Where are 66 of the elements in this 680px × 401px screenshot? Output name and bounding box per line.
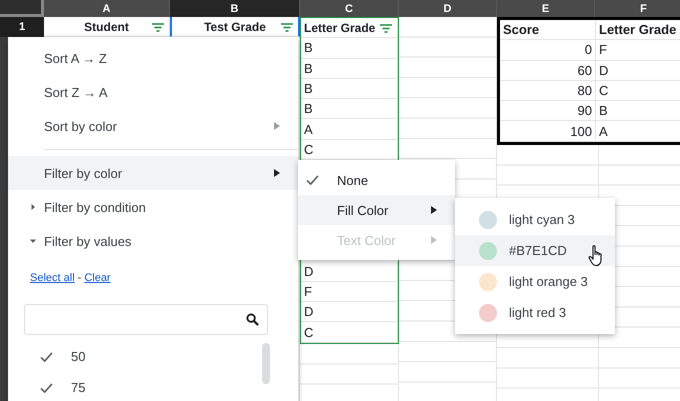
checkmark-icon [40, 352, 53, 362]
table-cell: 90 [578, 103, 592, 118]
table-cell: B [304, 101, 313, 116]
search-field[interactable] [24, 304, 268, 335]
column-title: Student [84, 20, 129, 34]
table-cell: D [304, 304, 314, 320]
menu-item[interactable]: Filter by condition [8, 190, 298, 224]
table-cell: 60 [578, 62, 592, 78]
corner-cell[interactable] [0, 0, 44, 17]
caret-icon [29, 237, 37, 245]
table-cell: A [304, 122, 313, 137]
table-cell: D [304, 264, 314, 279]
table-cell: F [304, 284, 312, 300]
search-icon [246, 313, 259, 326]
filter-icon[interactable] [281, 23, 293, 32]
table-cell: 100 [570, 124, 592, 139]
table-cell: F [599, 42, 607, 58]
table-cell: 80 [578, 83, 592, 98]
caret-icon [29, 203, 37, 211]
menu-item[interactable]: Filter by color [8, 156, 298, 190]
menu-item[interactable]: light red 3 [455, 297, 615, 328]
filter-icon[interactable] [380, 24, 392, 33]
table-cell: B [599, 103, 608, 118]
menu-item[interactable]: Sort A → Z [8, 41, 298, 75]
column-header[interactable]: C [300, 0, 399, 17]
link-separator: - [78, 272, 82, 284]
filter-icon[interactable] [152, 23, 164, 32]
submenu-arrow-icon [431, 206, 437, 214]
table-cell: B [304, 81, 313, 96]
menu-item[interactable]: None [298, 165, 455, 195]
table-cell: A [599, 124, 608, 139]
submenu-arrow-icon [431, 236, 437, 244]
table-cell: B [304, 60, 313, 76]
column-header[interactable]: F [595, 0, 680, 17]
row-number[interactable]: 1 [0, 17, 44, 37]
table-header: Letter Grade [599, 22, 676, 38]
value-option[interactable]: 75 [8, 372, 298, 401]
checkmark-icon [306, 175, 319, 185]
column-header[interactable]: B [170, 0, 300, 17]
table-cell: B [304, 40, 313, 56]
column-header[interactable]: A [44, 0, 170, 17]
table-cell: 0 [584, 42, 592, 58]
menu-item[interactable]: light orange 3 [455, 266, 615, 297]
menu-item[interactable]: Sort by color [8, 109, 298, 143]
submenu-arrow-icon [274, 122, 280, 130]
column-header[interactable]: E [497, 0, 595, 17]
checkmark-icon [40, 382, 53, 392]
clear-link[interactable]: Clear [84, 272, 111, 284]
column-title: Test Grade [204, 20, 266, 34]
select-all-link[interactable]: Select all [30, 272, 75, 284]
table-cell: D [599, 62, 608, 78]
column-header[interactable]: D [399, 0, 497, 17]
menu-item[interactable]: Sort Z → A [8, 75, 298, 109]
table-cell: C [304, 324, 314, 340]
menu-item[interactable]: #B7E1CD [455, 235, 615, 266]
menu-item[interactable]: Fill Color [298, 195, 455, 225]
hand-cursor-icon [588, 245, 604, 267]
column-title: Letter Grade [304, 20, 376, 35]
submenu-arrow-icon [274, 169, 280, 177]
table-cell: C [599, 83, 608, 98]
value-option[interactable]: 50 [8, 341, 298, 372]
table-cell: C [304, 142, 314, 157]
scrollbar-thumb[interactable] [262, 343, 270, 384]
table-header: Score [503, 22, 540, 38]
menu-item[interactable]: light cyan 3 [455, 204, 615, 235]
menu-item[interactable]: Filter by values [8, 224, 298, 258]
